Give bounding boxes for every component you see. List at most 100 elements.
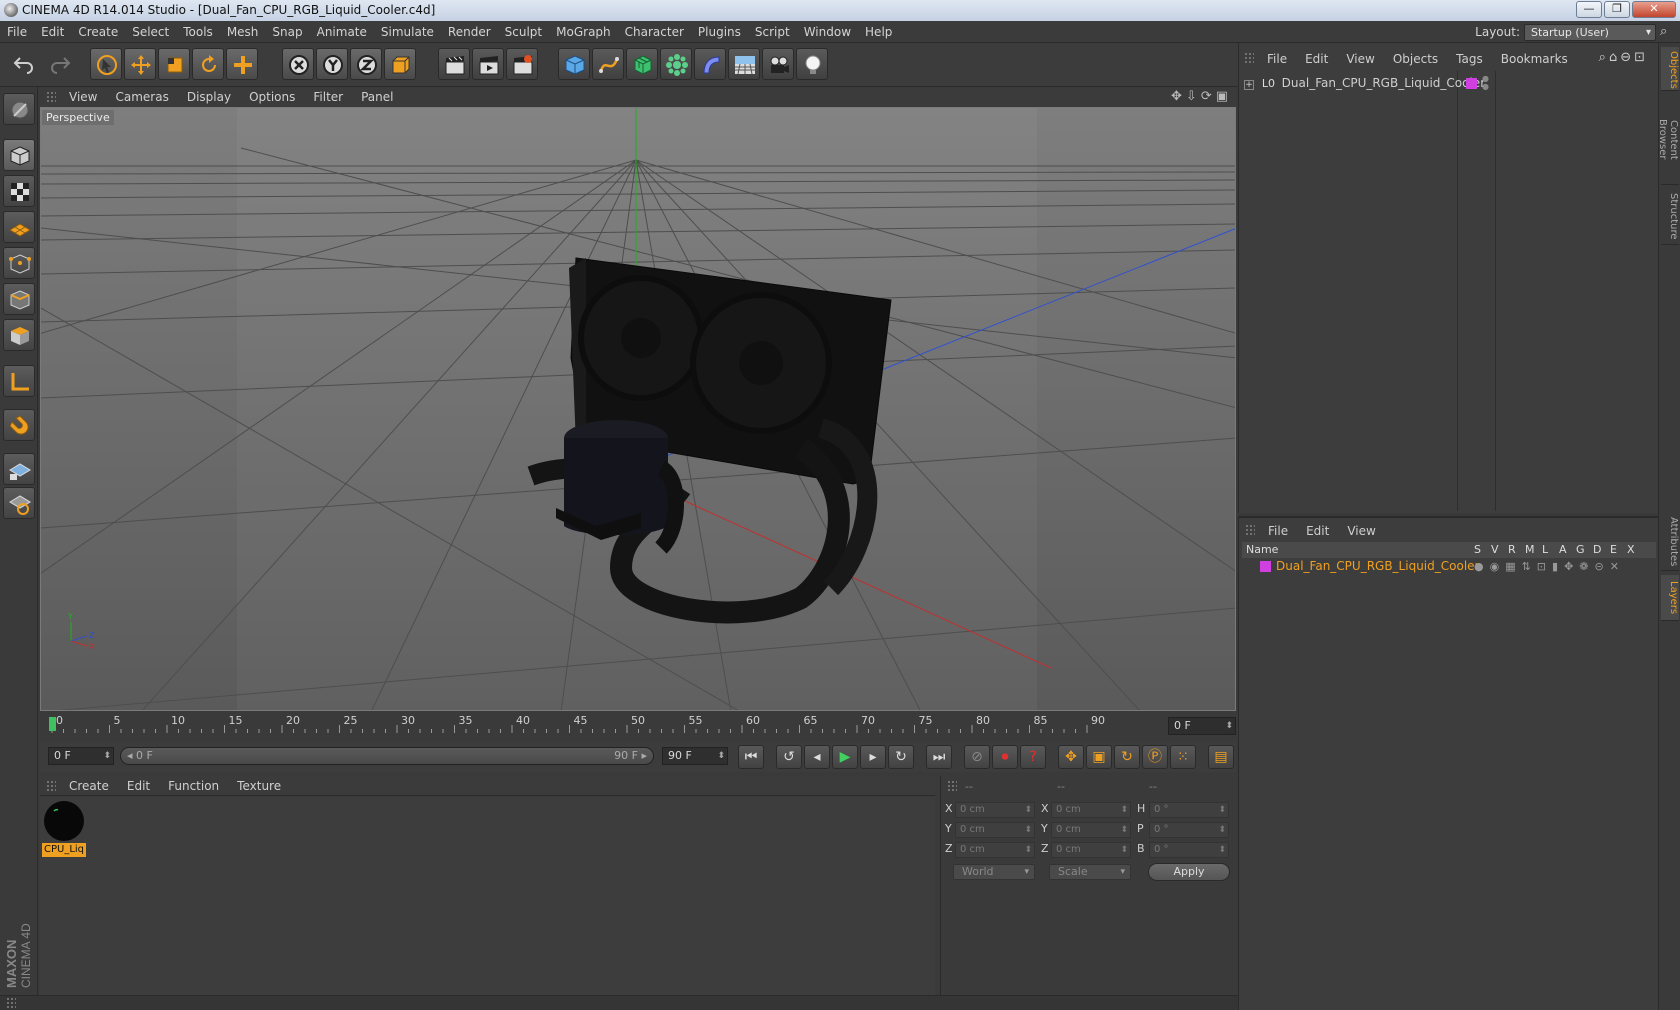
drag-grip-icon[interactable] bbox=[1244, 52, 1254, 64]
add-camera-button[interactable] bbox=[762, 48, 794, 80]
layer-name[interactable]: Dual_Fan_CPU_RGB_Liquid_Cooler bbox=[1276, 558, 1479, 575]
end-frame-field[interactable]: 90 F bbox=[662, 747, 728, 765]
apply-button[interactable]: Apply bbox=[1148, 863, 1230, 881]
x-axis-lock-button[interactable] bbox=[282, 48, 314, 80]
expand-icon[interactable]: + bbox=[1244, 80, 1254, 90]
z-axis-lock-button[interactable] bbox=[350, 48, 382, 80]
live-selection-button[interactable] bbox=[90, 48, 122, 80]
object-menu-tags[interactable]: Tags bbox=[1447, 48, 1492, 70]
tab-objects[interactable]: Objects bbox=[1661, 47, 1679, 91]
layer-col-name[interactable]: Name bbox=[1246, 542, 1278, 558]
material-menu-texture[interactable]: Texture bbox=[228, 776, 290, 796]
add-environment-button[interactable] bbox=[728, 48, 760, 80]
close-button[interactable]: ✕ bbox=[1632, 1, 1676, 18]
object-row[interactable]: + L0 Dual_Fan_CPU_RGB_Liquid_Cooler ● ● bbox=[1244, 74, 1489, 92]
move-button[interactable] bbox=[124, 48, 156, 80]
layer-col-xref[interactable]: X bbox=[1627, 542, 1635, 558]
menu-mograph[interactable]: MoGraph bbox=[549, 21, 618, 43]
drag-grip-icon[interactable] bbox=[947, 780, 957, 792]
coord-space-dropdown[interactable]: World bbox=[953, 864, 1035, 880]
material-manager-panel[interactable]: CPU_Liq bbox=[40, 797, 935, 995]
timeline-window-button[interactable]: ▤ bbox=[1208, 745, 1234, 769]
recent-tool-button[interactable] bbox=[226, 48, 258, 80]
viewport-menu-options[interactable]: Options bbox=[240, 87, 304, 107]
visibility-dots-icon[interactable]: ● ● bbox=[1482, 75, 1489, 91]
layer-col-deformers[interactable]: D bbox=[1593, 542, 1601, 558]
menu-sculpt[interactable]: Sculpt bbox=[498, 21, 549, 43]
rotate-button[interactable] bbox=[192, 48, 224, 80]
menu-simulate[interactable]: Simulate bbox=[374, 21, 441, 43]
menu-window[interactable]: Window bbox=[797, 21, 858, 43]
viewport-menu-display[interactable]: Display bbox=[178, 87, 240, 107]
object-menu-bookmarks[interactable]: Bookmarks bbox=[1492, 48, 1577, 70]
add-generator-button[interactable] bbox=[626, 48, 658, 80]
menu-render[interactable]: Render bbox=[441, 21, 498, 43]
render-settings-button[interactable] bbox=[506, 48, 538, 80]
layer-manager[interactable]: File Edit View bbox=[1238, 516, 1658, 1010]
3d-viewport[interactable]: Y Z X bbox=[40, 107, 1236, 711]
tab-content-browser[interactable]: Content Browser bbox=[1657, 95, 1679, 185]
current-frame-field[interactable]: 0 F bbox=[1168, 717, 1236, 735]
key-rotation-button[interactable]: ↻ bbox=[1114, 745, 1140, 769]
object-menu-edit[interactable]: Edit bbox=[1296, 48, 1337, 70]
key-position-button[interactable]: ✥ bbox=[1058, 745, 1084, 769]
coord-rot-h-field[interactable]: 0 ° bbox=[1149, 802, 1229, 818]
menu-character[interactable]: Character bbox=[618, 21, 691, 43]
coord-pos-y-field[interactable]: 0 cm bbox=[955, 822, 1035, 838]
add-array-button[interactable] bbox=[660, 48, 692, 80]
start-frame-field[interactable]: 0 F bbox=[48, 747, 114, 765]
goto-prev-key-button[interactable]: ↺ bbox=[776, 745, 802, 769]
layer-col-solo[interactable]: S bbox=[1474, 542, 1481, 558]
add-cube-button[interactable] bbox=[558, 48, 590, 80]
object-menu-objects[interactable]: Objects bbox=[1384, 48, 1447, 70]
autokey-button[interactable]: ⏺ bbox=[992, 745, 1018, 769]
render-picture-viewer-button[interactable] bbox=[472, 48, 504, 80]
key-parameter-button[interactable]: Ⓟ bbox=[1142, 745, 1168, 769]
menu-file[interactable]: File bbox=[0, 21, 34, 43]
drag-grip-icon[interactable] bbox=[1245, 524, 1255, 536]
tab-layers[interactable]: Layers bbox=[1661, 575, 1679, 621]
record-keys-button[interactable]: ⊘ bbox=[964, 745, 990, 769]
layer-col-expressions[interactable]: E bbox=[1610, 542, 1617, 558]
workplane-mode-button[interactable] bbox=[3, 211, 35, 243]
layer-col-view[interactable]: V bbox=[1491, 542, 1499, 558]
redo-button[interactable] bbox=[44, 48, 76, 80]
maximize-button[interactable]: ❐ bbox=[1604, 1, 1630, 18]
menu-tools[interactable]: Tools bbox=[176, 21, 220, 43]
menu-edit[interactable]: Edit bbox=[34, 21, 71, 43]
add-spline-button[interactable] bbox=[592, 48, 624, 80]
layer-menu-edit[interactable]: Edit bbox=[1297, 520, 1338, 542]
points-mode-button[interactable] bbox=[3, 247, 35, 279]
goto-next-key-button[interactable]: ↻ bbox=[888, 745, 914, 769]
make-editable-button[interactable] bbox=[3, 93, 35, 125]
drag-grip-icon[interactable] bbox=[6, 997, 16, 1009]
menu-mesh[interactable]: Mesh bbox=[220, 21, 266, 43]
scale-button[interactable] bbox=[158, 48, 190, 80]
material-swatch[interactable]: CPU_Liq bbox=[42, 799, 86, 857]
object-menu-view[interactable]: View bbox=[1337, 48, 1383, 70]
layer-row[interactable]: Dual_Fan_CPU_RGB_Liquid_Cooler ●◉▦⇅⊡▮✥❁⊝… bbox=[1242, 558, 1656, 575]
layer-toggle-icons[interactable]: ●◉▦⇅⊡▮✥❁⊝✕ bbox=[1474, 558, 1625, 575]
viewport-nav-icons[interactable]: ✥⇩⟳▣ bbox=[1171, 89, 1232, 104]
add-light-button[interactable] bbox=[796, 48, 828, 80]
coord-pos-x-field[interactable]: 0 cm bbox=[955, 802, 1035, 818]
playhead-marker[interactable] bbox=[49, 717, 56, 731]
keyframe-selection-button[interactable]: ? bbox=[1020, 745, 1046, 769]
coord-rot-b-field[interactable]: 0 ° bbox=[1149, 842, 1229, 858]
coordinate-system-button[interactable] bbox=[384, 48, 416, 80]
coord-size-y-field[interactable]: 0 cm bbox=[1051, 822, 1131, 838]
layout-dropdown[interactable]: Startup (User) bbox=[1524, 24, 1656, 41]
polygons-mode-button[interactable] bbox=[3, 319, 35, 351]
texture-mode-button[interactable] bbox=[3, 175, 35, 207]
goto-end-button[interactable]: ⏭ bbox=[926, 745, 952, 769]
viewport-menu-cameras[interactable]: Cameras bbox=[106, 87, 177, 107]
menu-animate[interactable]: Animate bbox=[310, 21, 374, 43]
search-icon[interactable]: ⌕ bbox=[1660, 24, 1678, 41]
drag-grip-icon[interactable] bbox=[46, 780, 56, 792]
layer-col-manager[interactable]: M bbox=[1525, 542, 1535, 558]
material-menu-create[interactable]: Create bbox=[60, 776, 118, 796]
layer-color-swatch[interactable] bbox=[1260, 561, 1271, 572]
viewport-menu-filter[interactable]: Filter bbox=[304, 87, 352, 107]
key-pla-button[interactable]: ⁙ bbox=[1170, 745, 1196, 769]
layer-color-tag[interactable] bbox=[1466, 78, 1477, 89]
